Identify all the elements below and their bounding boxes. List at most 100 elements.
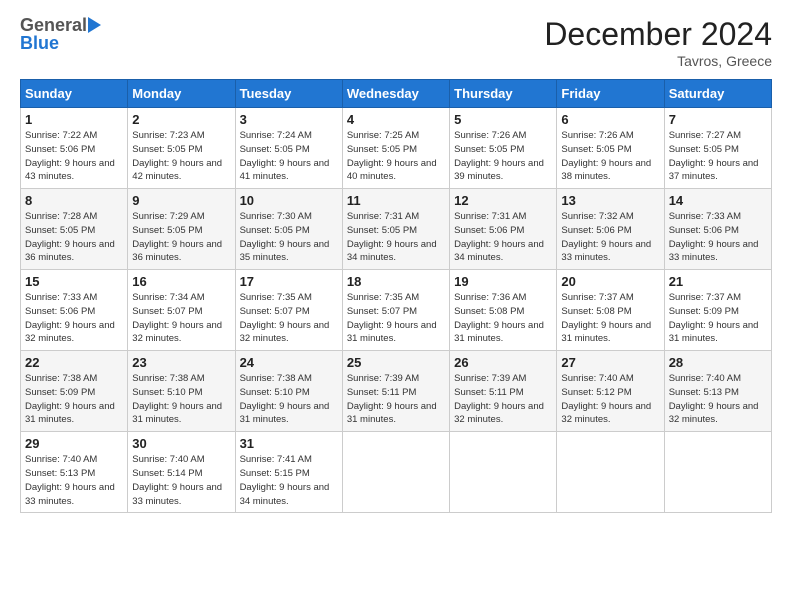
calendar-day-cell: 10 Sunrise: 7:30 AM Sunset: 5:05 PM Dayl… [235, 189, 342, 270]
day-info: Sunrise: 7:25 AM Sunset: 5:05 PM Dayligh… [347, 129, 445, 184]
day-info: Sunrise: 7:40 AM Sunset: 5:13 PM Dayligh… [669, 372, 767, 427]
calendar-day-cell [342, 432, 449, 513]
calendar-header-cell: Saturday [664, 80, 771, 108]
logo-blue: Blue [20, 34, 59, 52]
month-title: December 2024 [544, 16, 772, 53]
day-info: Sunrise: 7:34 AM Sunset: 5:07 PM Dayligh… [132, 291, 230, 346]
calendar-day-cell: 9 Sunrise: 7:29 AM Sunset: 5:05 PM Dayli… [128, 189, 235, 270]
day-number: 4 [347, 112, 445, 127]
calendar-day-cell: 15 Sunrise: 7:33 AM Sunset: 5:06 PM Dayl… [21, 270, 128, 351]
calendar-day-cell: 3 Sunrise: 7:24 AM Sunset: 5:05 PM Dayli… [235, 108, 342, 189]
calendar-day-cell: 5 Sunrise: 7:26 AM Sunset: 5:05 PM Dayli… [450, 108, 557, 189]
day-info: Sunrise: 7:31 AM Sunset: 5:05 PM Dayligh… [347, 210, 445, 265]
day-info: Sunrise: 7:40 AM Sunset: 5:14 PM Dayligh… [132, 453, 230, 508]
day-info: Sunrise: 7:33 AM Sunset: 5:06 PM Dayligh… [25, 291, 123, 346]
day-number: 17 [240, 274, 338, 289]
calendar-day-cell: 21 Sunrise: 7:37 AM Sunset: 5:09 PM Dayl… [664, 270, 771, 351]
day-info: Sunrise: 7:35 AM Sunset: 5:07 PM Dayligh… [347, 291, 445, 346]
calendar-day-cell: 4 Sunrise: 7:25 AM Sunset: 5:05 PM Dayli… [342, 108, 449, 189]
calendar-day-cell: 18 Sunrise: 7:35 AM Sunset: 5:07 PM Dayl… [342, 270, 449, 351]
day-info: Sunrise: 7:26 AM Sunset: 5:05 PM Dayligh… [454, 129, 552, 184]
day-number: 27 [561, 355, 659, 370]
day-number: 7 [669, 112, 767, 127]
day-number: 6 [561, 112, 659, 127]
day-number: 31 [240, 436, 338, 451]
day-number: 18 [347, 274, 445, 289]
header: General Blue December 2024 Tavros, Greec… [20, 16, 772, 69]
calendar-day-cell: 13 Sunrise: 7:32 AM Sunset: 5:06 PM Dayl… [557, 189, 664, 270]
day-number: 11 [347, 193, 445, 208]
calendar-day-cell: 25 Sunrise: 7:39 AM Sunset: 5:11 PM Dayl… [342, 351, 449, 432]
day-number: 10 [240, 193, 338, 208]
day-number: 29 [25, 436, 123, 451]
day-info: Sunrise: 7:40 AM Sunset: 5:12 PM Dayligh… [561, 372, 659, 427]
day-info: Sunrise: 7:38 AM Sunset: 5:09 PM Dayligh… [25, 372, 123, 427]
logo: General Blue [20, 16, 101, 52]
day-info: Sunrise: 7:32 AM Sunset: 5:06 PM Dayligh… [561, 210, 659, 265]
calendar-day-cell: 30 Sunrise: 7:40 AM Sunset: 5:14 PM Dayl… [128, 432, 235, 513]
calendar-day-cell: 14 Sunrise: 7:33 AM Sunset: 5:06 PM Dayl… [664, 189, 771, 270]
calendar-header-cell: Wednesday [342, 80, 449, 108]
title-block: December 2024 Tavros, Greece [544, 16, 772, 69]
calendar-body: 1 Sunrise: 7:22 AM Sunset: 5:06 PM Dayli… [21, 108, 772, 513]
day-number: 13 [561, 193, 659, 208]
day-number: 30 [132, 436, 230, 451]
calendar-day-cell [557, 432, 664, 513]
calendar-day-cell: 11 Sunrise: 7:31 AM Sunset: 5:05 PM Dayl… [342, 189, 449, 270]
day-number: 20 [561, 274, 659, 289]
calendar-day-cell: 8 Sunrise: 7:28 AM Sunset: 5:05 PM Dayli… [21, 189, 128, 270]
day-info: Sunrise: 7:38 AM Sunset: 5:10 PM Dayligh… [240, 372, 338, 427]
day-info: Sunrise: 7:40 AM Sunset: 5:13 PM Dayligh… [25, 453, 123, 508]
day-info: Sunrise: 7:22 AM Sunset: 5:06 PM Dayligh… [25, 129, 123, 184]
logo-general: General [20, 16, 87, 34]
day-info: Sunrise: 7:31 AM Sunset: 5:06 PM Dayligh… [454, 210, 552, 265]
day-info: Sunrise: 7:39 AM Sunset: 5:11 PM Dayligh… [347, 372, 445, 427]
calendar-day-cell: 31 Sunrise: 7:41 AM Sunset: 5:15 PM Dayl… [235, 432, 342, 513]
day-number: 1 [25, 112, 123, 127]
day-info: Sunrise: 7:26 AM Sunset: 5:05 PM Dayligh… [561, 129, 659, 184]
calendar-day-cell: 24 Sunrise: 7:38 AM Sunset: 5:10 PM Dayl… [235, 351, 342, 432]
day-number: 24 [240, 355, 338, 370]
calendar-header-cell: Monday [128, 80, 235, 108]
day-number: 2 [132, 112, 230, 127]
calendar-day-cell: 6 Sunrise: 7:26 AM Sunset: 5:05 PM Dayli… [557, 108, 664, 189]
calendar-header-cell: Sunday [21, 80, 128, 108]
day-info: Sunrise: 7:33 AM Sunset: 5:06 PM Dayligh… [669, 210, 767, 265]
day-info: Sunrise: 7:38 AM Sunset: 5:10 PM Dayligh… [132, 372, 230, 427]
day-info: Sunrise: 7:37 AM Sunset: 5:08 PM Dayligh… [561, 291, 659, 346]
day-info: Sunrise: 7:29 AM Sunset: 5:05 PM Dayligh… [132, 210, 230, 265]
calendar-week-row: 22 Sunrise: 7:38 AM Sunset: 5:09 PM Dayl… [21, 351, 772, 432]
calendar-week-row: 8 Sunrise: 7:28 AM Sunset: 5:05 PM Dayli… [21, 189, 772, 270]
calendar-day-cell: 7 Sunrise: 7:27 AM Sunset: 5:05 PM Dayli… [664, 108, 771, 189]
calendar-day-cell: 29 Sunrise: 7:40 AM Sunset: 5:13 PM Dayl… [21, 432, 128, 513]
calendar-day-cell: 17 Sunrise: 7:35 AM Sunset: 5:07 PM Dayl… [235, 270, 342, 351]
day-number: 9 [132, 193, 230, 208]
calendar-day-cell: 16 Sunrise: 7:34 AM Sunset: 5:07 PM Dayl… [128, 270, 235, 351]
day-info: Sunrise: 7:35 AM Sunset: 5:07 PM Dayligh… [240, 291, 338, 346]
calendar-day-cell: 26 Sunrise: 7:39 AM Sunset: 5:11 PM Dayl… [450, 351, 557, 432]
calendar-day-cell: 19 Sunrise: 7:36 AM Sunset: 5:08 PM Dayl… [450, 270, 557, 351]
day-number: 3 [240, 112, 338, 127]
day-info: Sunrise: 7:36 AM Sunset: 5:08 PM Dayligh… [454, 291, 552, 346]
calendar-header-row: SundayMondayTuesdayWednesdayThursdayFrid… [21, 80, 772, 108]
day-number: 21 [669, 274, 767, 289]
day-info: Sunrise: 7:30 AM Sunset: 5:05 PM Dayligh… [240, 210, 338, 265]
calendar-table: SundayMondayTuesdayWednesdayThursdayFrid… [20, 79, 772, 513]
day-number: 19 [454, 274, 552, 289]
day-number: 22 [25, 355, 123, 370]
day-info: Sunrise: 7:41 AM Sunset: 5:15 PM Dayligh… [240, 453, 338, 508]
calendar-week-row: 15 Sunrise: 7:33 AM Sunset: 5:06 PM Dayl… [21, 270, 772, 351]
day-number: 8 [25, 193, 123, 208]
calendar-header-cell: Thursday [450, 80, 557, 108]
logo-triangle-icon [88, 17, 101, 33]
calendar-week-row: 1 Sunrise: 7:22 AM Sunset: 5:06 PM Dayli… [21, 108, 772, 189]
day-info: Sunrise: 7:37 AM Sunset: 5:09 PM Dayligh… [669, 291, 767, 346]
calendar-day-cell [450, 432, 557, 513]
day-number: 16 [132, 274, 230, 289]
day-number: 5 [454, 112, 552, 127]
day-info: Sunrise: 7:28 AM Sunset: 5:05 PM Dayligh… [25, 210, 123, 265]
calendar-day-cell: 27 Sunrise: 7:40 AM Sunset: 5:12 PM Dayl… [557, 351, 664, 432]
location: Tavros, Greece [544, 53, 772, 69]
day-info: Sunrise: 7:39 AM Sunset: 5:11 PM Dayligh… [454, 372, 552, 427]
calendar-day-cell: 12 Sunrise: 7:31 AM Sunset: 5:06 PM Dayl… [450, 189, 557, 270]
